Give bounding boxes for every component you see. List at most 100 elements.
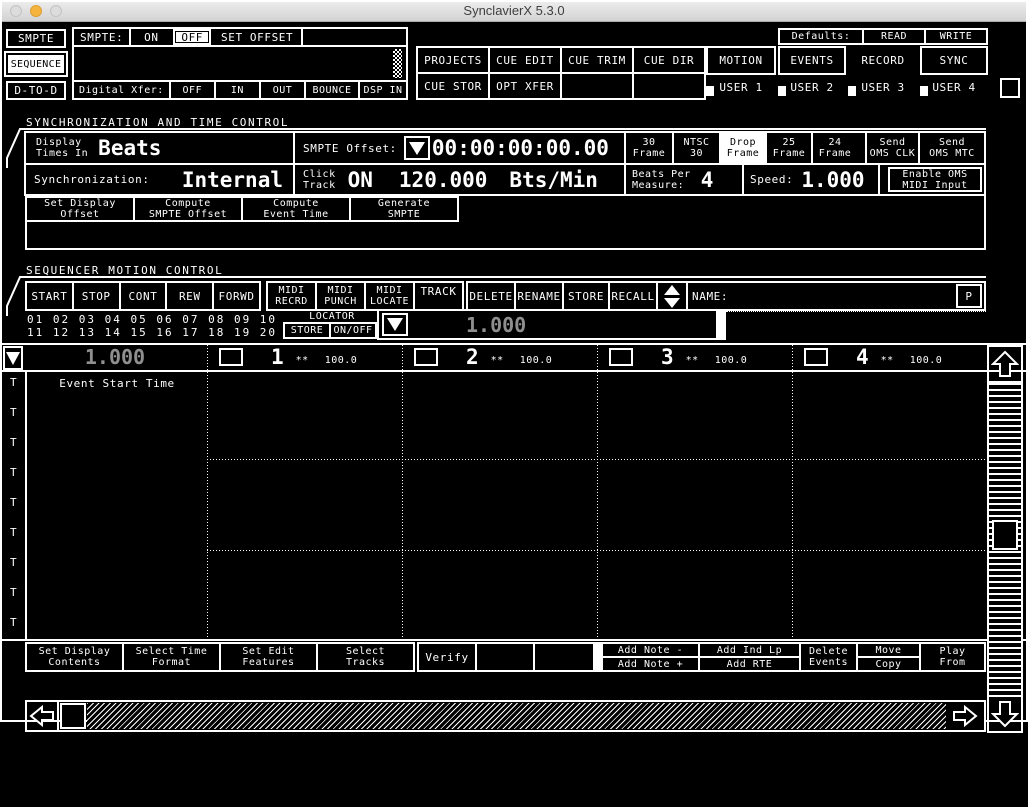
xfer-in-button[interactable]: IN (213, 82, 259, 98)
play-from-button[interactable]: Play From (921, 644, 984, 670)
set-display-offset-button[interactable]: Set Display Offset (27, 198, 135, 220)
defaults-write-button[interactable]: WRITE (926, 30, 986, 43)
row-marker[interactable]: T (10, 526, 17, 539)
user3-button[interactable]: USER 3 (848, 77, 918, 98)
locator-store-button[interactable]: STORE (285, 324, 331, 337)
defaults-read-button[interactable]: READ (864, 30, 926, 43)
user2-button[interactable]: USER 2 (778, 77, 846, 98)
move-button[interactable]: Move (858, 644, 919, 658)
send-oms-mtc-button[interactable]: Send OMS MTC (920, 133, 984, 163)
record-screen-button[interactable]: RECORD (848, 46, 918, 75)
frame-drop-button[interactable]: Drop Frame (721, 133, 767, 163)
row-marker[interactable]: T (10, 466, 17, 479)
rew-button[interactable]: REW (167, 283, 215, 309)
mode-indicator-box[interactable] (1000, 78, 1020, 98)
track-numbers-1-10[interactable]: 01 02 03 04 05 06 07 08 09 10 (27, 313, 295, 326)
user4-button[interactable]: USER 4 (920, 77, 988, 98)
xfer-off-button[interactable]: OFF (168, 82, 214, 98)
recall-button[interactable]: RECALL (610, 283, 658, 309)
scroll-left-button[interactable] (27, 702, 59, 730)
row-marker[interactable]: T (10, 436, 17, 449)
row-marker[interactable]: T (10, 406, 17, 419)
horizontal-scrollbar[interactable] (25, 700, 986, 732)
smpte-offset-value[interactable]: 00:00:00:00.00 (432, 136, 609, 160)
select-time-format-button[interactable]: Select Time Format (124, 644, 221, 670)
add-note-minus-button[interactable]: Add Note - (603, 644, 698, 658)
set-edit-features-button[interactable]: Set Edit Features (221, 644, 318, 670)
midi-punch-button[interactable]: MIDI PUNCH (317, 283, 366, 309)
position-value[interactable]: 1.000 (25, 345, 205, 369)
track-level[interactable]: 100.0 (520, 355, 553, 366)
row-marker[interactable]: T (10, 556, 17, 569)
track-button[interactable]: TRACK (415, 283, 462, 309)
smpte-off-button[interactable]: OFF (175, 31, 210, 44)
cue-stor-button[interactable]: CUE STOR (418, 74, 488, 98)
v-scrollbar-thumb[interactable] (992, 520, 1018, 550)
delete-events-button[interactable]: Delete Events (801, 644, 858, 670)
position-dropdown[interactable] (3, 346, 23, 370)
frame-ntsc30-button[interactable]: NTSC 30 (674, 133, 721, 163)
beats-per-measure-value[interactable]: 4 (701, 168, 714, 192)
synchronization-value[interactable]: Internal (182, 168, 283, 192)
midi-locate-button[interactable]: MIDI LOCATE (366, 283, 415, 309)
track-level[interactable]: 100.0 (910, 355, 943, 366)
display-times-value[interactable]: Beats (98, 136, 161, 160)
scroll-down-button[interactable] (987, 695, 1023, 733)
select-tracks-button[interactable]: Select Tracks (318, 644, 413, 670)
motion-screen-button[interactable]: MOTION (706, 46, 776, 75)
track-level[interactable]: 100.0 (325, 355, 358, 366)
message-scrollbar[interactable] (393, 49, 402, 78)
h-scrollbar-track[interactable] (87, 703, 946, 729)
add-ind-lp-button[interactable]: Add Ind Lp (700, 644, 799, 658)
compute-event-time-button[interactable]: Compute Event Time (243, 198, 351, 220)
track-checkbox[interactable] (414, 348, 438, 366)
sequence-spinner[interactable] (658, 283, 688, 309)
projects-button[interactable]: PROJECTS (418, 48, 488, 72)
track-numbers-11-20[interactable]: 11 12 13 14 15 16 17 18 19 20 (27, 326, 295, 339)
spinner-up-icon[interactable] (664, 284, 680, 295)
cue-dir-button[interactable]: CUE DIR (634, 48, 704, 72)
send-oms-clk-button[interactable]: Send OMS CLK (865, 133, 920, 163)
smpte-offset-dropdown[interactable] (403, 136, 430, 160)
track-checkbox[interactable] (804, 348, 828, 366)
verify-button[interactable]: Verify (419, 644, 477, 670)
set-display-contents-button[interactable]: Set Display Contents (27, 644, 124, 670)
track-checkbox[interactable] (219, 348, 243, 366)
nav-dtod-button[interactable]: D-TO-D (6, 81, 66, 100)
scroll-right-button[interactable] (946, 702, 984, 730)
nav-smpte-button[interactable]: SMPTE (6, 29, 66, 48)
spinner-down-icon[interactable] (664, 297, 680, 308)
smpte-set-offset-button[interactable]: SET OFFSET (213, 29, 304, 45)
enable-oms-midi-button[interactable]: Enable OMS MIDI Input (888, 167, 982, 192)
p-button[interactable]: P (956, 284, 982, 308)
stop-button[interactable]: STOP (74, 283, 121, 309)
smpte-on-button[interactable]: ON (131, 29, 171, 45)
store-button[interactable]: STORE (564, 283, 610, 309)
cue-edit-button[interactable]: CUE EDIT (490, 48, 560, 72)
add-note-plus-button[interactable]: Add Note + (603, 658, 698, 670)
tempo-value[interactable]: 120.000 (399, 168, 488, 192)
opt-xfer-button[interactable]: OPT XFER (490, 74, 560, 98)
forwd-button[interactable]: FORWD (214, 283, 259, 309)
sequence-name-display[interactable] (726, 311, 986, 340)
row-marker[interactable]: T (10, 586, 17, 599)
track-level[interactable]: 100.0 (715, 355, 748, 366)
row-marker[interactable]: T (10, 616, 17, 629)
row-marker[interactable]: T (10, 376, 17, 389)
xfer-bounce-button[interactable]: BOUNCE (304, 82, 358, 98)
locator-dropdown[interactable] (382, 313, 408, 336)
sync-screen-button[interactable]: SYNC (920, 46, 988, 75)
cue-trim-button[interactable]: CUE TRIM (562, 48, 632, 72)
rename-button[interactable]: RENAME (516, 283, 564, 309)
locator-value[interactable]: 1.000 (466, 313, 526, 337)
speed-value[interactable]: 1.000 (801, 168, 864, 192)
scroll-up-button[interactable] (987, 345, 1023, 383)
compute-smpte-offset-button[interactable]: Compute SMPTE Offset (135, 198, 243, 220)
events-screen-button[interactable]: EVENTS (778, 46, 846, 75)
frame-30-button[interactable]: 30 Frame (626, 133, 674, 163)
midi-record-button[interactable]: MIDI RECRD (268, 283, 317, 309)
copy-button[interactable]: Copy (858, 658, 919, 670)
xfer-dsp-in-button[interactable]: DSP IN (358, 82, 406, 98)
track-checkbox[interactable] (609, 348, 633, 366)
cont-button[interactable]: CONT (121, 283, 168, 309)
